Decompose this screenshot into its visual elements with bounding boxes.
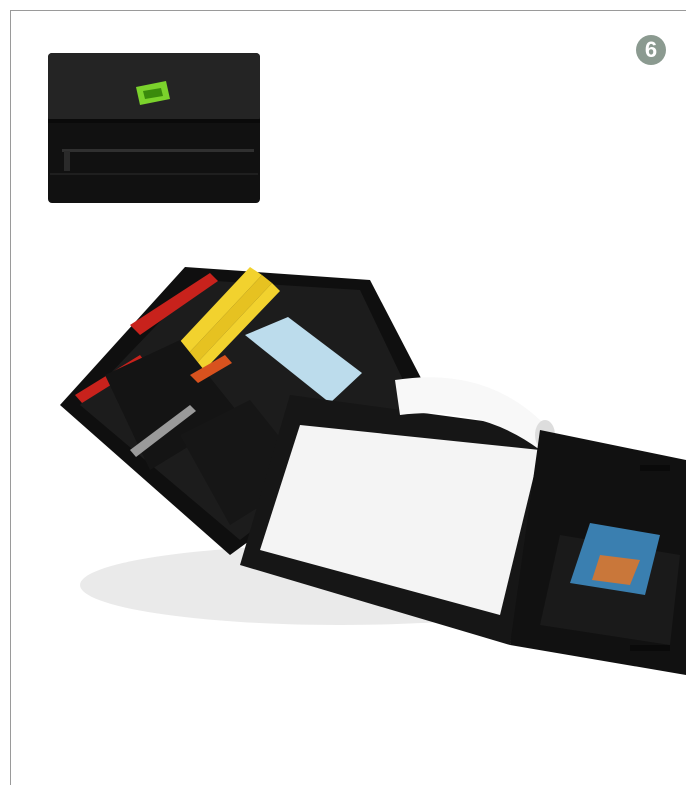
flap-stitch [48,119,260,123]
pocket-seam [50,173,258,175]
page-frame-left [10,10,11,785]
number-badge: 6 [636,35,666,65]
open-portfolio-image [60,267,686,675]
strap-slot [640,465,670,471]
zipper-pull [64,151,70,171]
closed-portfolio-image [48,53,260,203]
strap-slot-2 [630,645,670,651]
zipper-pocket [62,149,254,152]
page-frame-top [10,10,686,11]
